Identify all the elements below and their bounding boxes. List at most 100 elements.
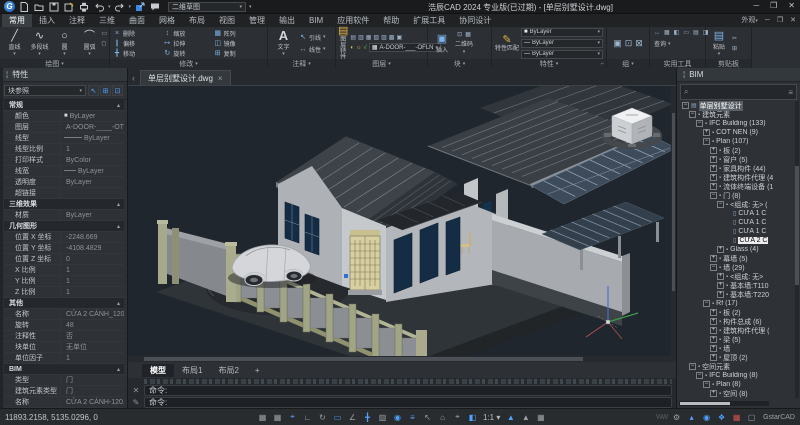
block-mini-icon[interactable]: ⊡ bbox=[457, 31, 462, 38]
utility-tool-icon[interactable]: ↔ bbox=[654, 30, 660, 36]
panel-label-properties[interactable]: 特性▾⌐ bbox=[492, 59, 606, 68]
status-toggle-icon[interactable]: ⌖ bbox=[450, 412, 465, 422]
ribbon-tab[interactable]: 输出 bbox=[272, 14, 302, 27]
window-control-icon[interactable]: ✕ bbox=[788, 1, 795, 10]
workspace-switcher[interactable]: 二维草图 ▾ bbox=[168, 2, 246, 12]
property-row[interactable]: 线型 ———ByLayer bbox=[4, 133, 124, 144]
ribbon-tab[interactable]: 三维 bbox=[92, 14, 122, 27]
clipboard-mini-icon[interactable]: ⊞ bbox=[732, 45, 737, 52]
insert-block-button[interactable]: ▣ 插入 bbox=[432, 33, 452, 54]
layer-thaw-icon[interactable]: ☼ bbox=[356, 45, 362, 51]
tree-expander-icon[interactable]: − bbox=[696, 120, 703, 127]
group-tool-icon[interactable]: ⊠ bbox=[635, 38, 643, 49]
scrollbar-thumb[interactable] bbox=[672, 113, 675, 291]
status-tray-icon[interactable]: ▴ bbox=[684, 413, 699, 422]
modify-tool-button[interactable]: ◫ 镜像 bbox=[214, 38, 264, 48]
ribbon-tab[interactable]: 扩展工具 bbox=[406, 14, 452, 27]
command-input-row[interactable]: 命令: bbox=[144, 397, 672, 408]
modify-tool-button[interactable]: ⊞ 复制 bbox=[214, 48, 264, 58]
tree-item[interactable]: − ▪ IFC Building (8) bbox=[679, 371, 794, 380]
tree-expander-icon[interactable]: + bbox=[717, 282, 724, 289]
layer-state-icon[interactable]: ▧ bbox=[373, 34, 379, 41]
tree-expander-icon[interactable]: + bbox=[710, 174, 717, 181]
redo-icon[interactable] bbox=[114, 1, 126, 12]
layer-state-icon[interactable]: ▨ bbox=[381, 34, 387, 41]
property-row[interactable]: 建筑元素类型 门 bbox=[4, 386, 124, 397]
selection-tool-button[interactable]: ⊡ bbox=[112, 85, 123, 96]
property-row[interactable]: Y 比例 1 bbox=[4, 276, 124, 287]
layout-tab[interactable]: 布局1 bbox=[174, 364, 210, 377]
layout-tab[interactable]: + bbox=[247, 365, 268, 376]
ribbon-tab[interactable]: 网格 bbox=[152, 14, 182, 27]
close-icon[interactable]: ✕ bbox=[131, 386, 141, 395]
tree-expander-icon[interactable]: − bbox=[717, 201, 724, 208]
app-logo-icon[interactable]: G bbox=[4, 1, 15, 12]
ribbon-tab[interactable]: 注释 bbox=[62, 14, 92, 27]
tree-expander-icon[interactable]: + bbox=[703, 129, 710, 136]
qat-more-icon[interactable]: ▾ bbox=[249, 4, 252, 10]
save-icon[interactable] bbox=[48, 1, 60, 12]
undo-caret-icon[interactable]: ▾ bbox=[108, 4, 111, 10]
property-row[interactable]: 超链接 bbox=[4, 188, 124, 199]
ribbon-tab[interactable]: BIM bbox=[302, 14, 330, 27]
status-tray-icon[interactable]: WW bbox=[654, 414, 669, 421]
modify-tool-button[interactable]: ↕ 缩放 bbox=[163, 28, 213, 38]
property-row[interactable]: 名称 CỬA 2 CÁNH_120... bbox=[4, 309, 124, 320]
annotate-tool-button[interactable]: ↖ 引线 ▾ bbox=[299, 33, 326, 42]
tree-expander-icon[interactable]: − bbox=[689, 111, 696, 118]
draw-tool-button[interactable]: ∿ 多段线 ▾ bbox=[27, 30, 52, 57]
drawing-canvas[interactable] bbox=[128, 86, 676, 356]
ribbon-tab[interactable]: 协同设计 bbox=[452, 14, 498, 27]
property-row[interactable]: 线型比例 1 bbox=[4, 144, 124, 155]
close-icon[interactable]: × bbox=[218, 74, 223, 83]
status-tray-icon[interactable]: ◉ bbox=[699, 413, 714, 422]
property-row[interactable]: 位置 Y 坐标 -4108.4829 bbox=[4, 243, 124, 254]
property-row[interactable]: 块单位 无单位 bbox=[4, 342, 124, 353]
tree-expander-icon[interactable]: + bbox=[710, 318, 717, 325]
draw-tool-button[interactable]: ○ 圆 ▾ bbox=[52, 30, 77, 57]
scrollbar-thumb[interactable] bbox=[144, 357, 582, 361]
tree-expander-icon[interactable]: + bbox=[710, 255, 717, 262]
property-row[interactable]: 旋转 48 bbox=[4, 320, 124, 331]
block-mini-icon[interactable]: ▦ bbox=[465, 31, 471, 38]
property-row[interactable]: 注释性 否 bbox=[4, 331, 124, 342]
utility-tool-icon[interactable]: ▦ bbox=[664, 29, 670, 36]
tree-expander-icon[interactable]: − bbox=[710, 192, 717, 199]
group-tool-icon[interactable]: ▣ bbox=[613, 38, 622, 49]
layer-state-icon[interactable]: ▤ bbox=[350, 34, 356, 41]
bim-vertical-scrollbar[interactable] bbox=[795, 101, 799, 398]
open-file-icon[interactable] bbox=[33, 1, 45, 12]
property-row[interactable]: 常规 bbox=[4, 100, 124, 111]
ribbon-tab[interactable]: 帮助 bbox=[376, 14, 406, 27]
annotation-scale-dropdown[interactable]: 1:1 ▾ bbox=[483, 413, 500, 422]
property-row[interactable]: 颜色 ■ByLayer bbox=[4, 111, 124, 122]
status-toggle-icon[interactable]: ≡ bbox=[405, 413, 420, 422]
status-toggle-icon[interactable]: ∠ bbox=[345, 413, 360, 422]
layer-state-icon[interactable]: ▣ bbox=[396, 34, 402, 41]
status-toggle-icon[interactable]: ⌂ bbox=[435, 413, 450, 422]
status-toggle-icon[interactable]: ▭ bbox=[330, 413, 345, 422]
dialog-launcher-icon[interactable]: ⌐ bbox=[600, 61, 604, 67]
panel-label-draw[interactable]: 绘图▾ bbox=[0, 59, 109, 68]
modify-tool-button[interactable]: ╋ 移动 bbox=[113, 48, 163, 58]
tree-expander-icon[interactable]: − bbox=[703, 300, 710, 307]
group-tool-icon[interactable]: ⊡ bbox=[625, 38, 633, 49]
mdi-restore-icon[interactable]: ❐ bbox=[777, 16, 783, 24]
property-dropdown[interactable]: — ByLayer ▾ bbox=[521, 50, 603, 59]
tree-item[interactable]: ▯ CỬA 1 C bbox=[679, 218, 794, 227]
tree-expander-icon[interactable]: − bbox=[710, 264, 717, 271]
draw-extra-icon[interactable]: ◻ bbox=[101, 40, 107, 47]
property-row[interactable]: 单位因子 1 bbox=[4, 353, 124, 364]
tree-expander-icon[interactable]: + bbox=[717, 246, 724, 253]
qr-code-button[interactable]: 二维码 bbox=[455, 39, 473, 48]
properties-header[interactable]: ╏ 特性 bbox=[0, 68, 127, 82]
tree-expander-icon[interactable]: + bbox=[710, 147, 717, 154]
match-properties-button[interactable]: ✎ 特性匹配 bbox=[495, 34, 519, 52]
ribbon-tab[interactable]: 插入 bbox=[32, 14, 62, 27]
tree-expander-icon[interactable]: + bbox=[710, 183, 717, 190]
layout-tab[interactable]: 布局2 bbox=[210, 364, 246, 377]
property-row[interactable]: Z 比例 1 bbox=[4, 287, 124, 298]
property-row[interactable]: 线宽 ——ByLayer bbox=[4, 166, 124, 177]
tree-expander-icon[interactable]: + bbox=[717, 291, 724, 298]
tree-expander-icon[interactable]: + bbox=[710, 327, 717, 334]
